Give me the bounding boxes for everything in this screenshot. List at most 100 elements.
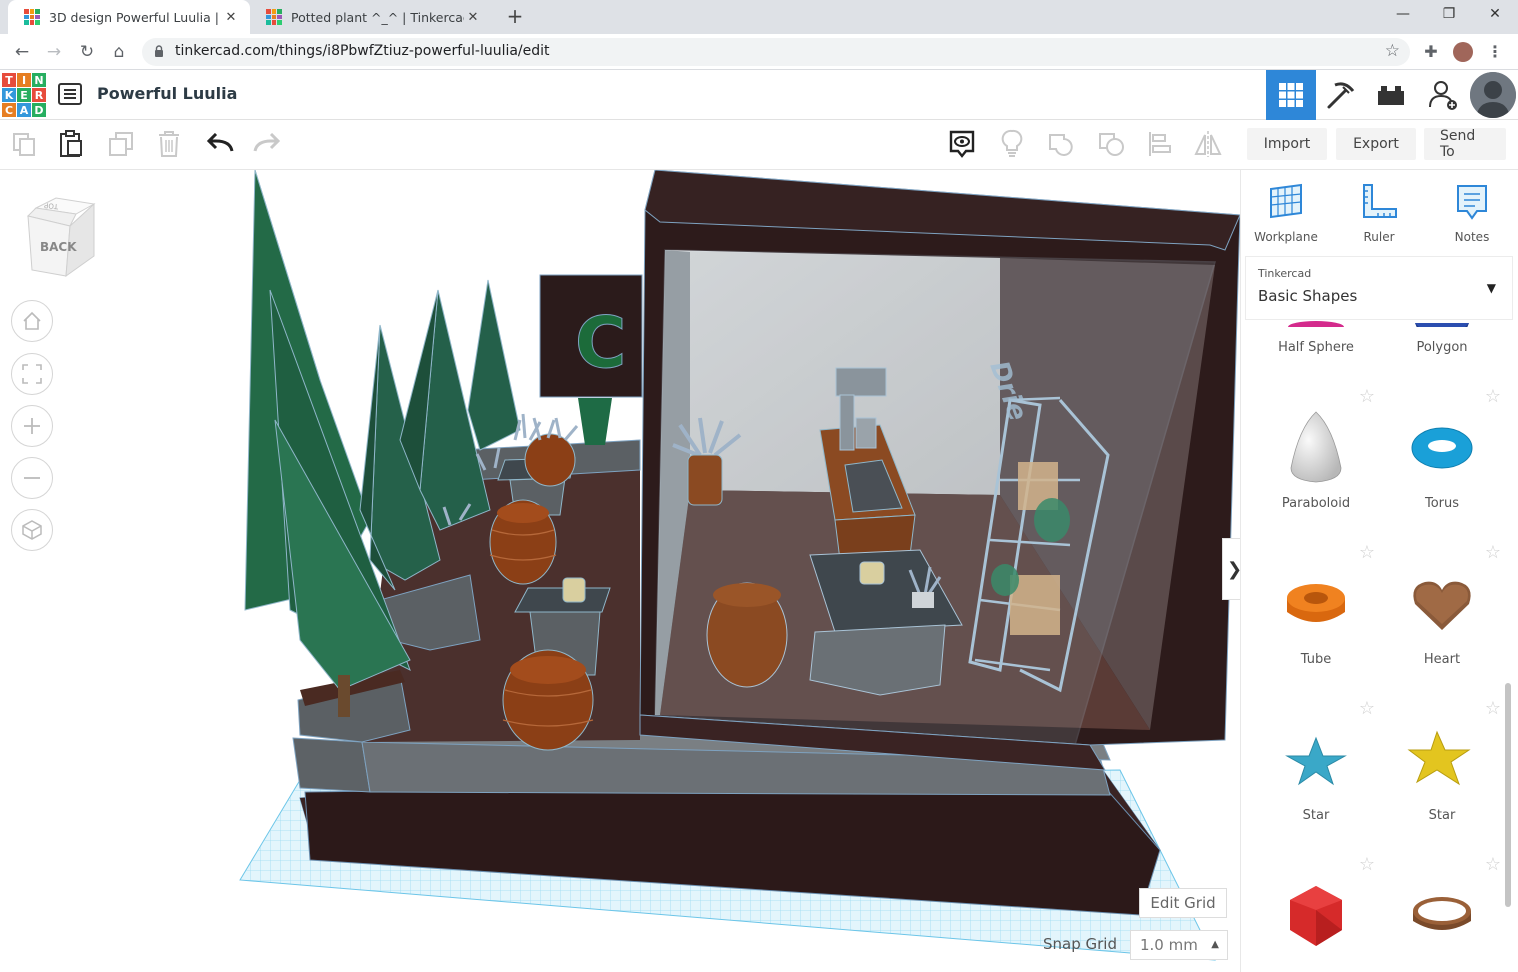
forward-arrow-icon[interactable]: → [42,40,66,64]
tinkercad-logo[interactable]: T I N K E R C A D [2,73,46,117]
torus-icon [1411,427,1473,469]
mug[interactable] [562,577,586,603]
extensions-icon[interactable]: ✚ [1419,40,1443,64]
new-tab-button[interactable]: + [503,4,527,28]
home-icon[interactable]: ⌂ [107,40,131,64]
ruler-tool[interactable]: Ruler [1344,182,1414,244]
maximize-button[interactable]: ❐ [1426,0,1472,30]
favorite-star-icon[interactable]: ☆ [1359,854,1375,875]
barrel[interactable] [706,582,788,688]
view-cube[interactable]: TOP BACK [26,196,96,278]
perspective-button[interactable] [11,509,53,551]
ruler-label: Ruler [1363,230,1395,244]
shape-library-dropdown[interactable]: Tinkercad Basic Shapes ▼ [1245,256,1513,320]
caret-up-icon: ▲ [1211,939,1219,950]
back-arrow-icon[interactable]: ← [10,40,34,64]
barrel[interactable] [489,499,557,585]
blocks-mode-button[interactable] [1316,70,1366,120]
ring-icon [1413,897,1471,930]
user-avatar[interactable] [1470,72,1516,118]
shape-icosahedron[interactable]: ☆ [1253,854,1379,972]
shape-polygon[interactable]: Polygon [1379,320,1505,380]
shape-star[interactable]: ☆ Star [1379,698,1505,848]
show-all-button[interactable] [946,128,978,160]
bricks-mode-button[interactable] [1366,70,1416,120]
half-sphere-icon [1288,321,1344,327]
copy-button[interactable] [8,128,40,160]
close-icon[interactable]: ✕ [464,10,482,25]
mug[interactable] [859,561,885,585]
grid-icon [1279,83,1303,107]
browser-tab[interactable]: Potted plant ^_^ | Tinkercad ✕ [250,0,492,34]
design-menu-icon[interactable] [58,83,82,105]
favorite-star-icon[interactable]: ☆ [1485,386,1501,407]
lock-icon [155,45,163,57]
globe[interactable] [991,564,1019,596]
pine-tree[interactable] [467,279,521,451]
home-view-button[interactable] [11,300,53,342]
collapse-panel-button[interactable]: ❯ [1222,538,1240,600]
notes-tool[interactable]: Notes [1437,182,1507,244]
browser-tab-active[interactable]: 3D design Powerful Luulia | Tinke ✕ [8,0,250,34]
design-title[interactable]: Powerful Luulia [97,84,237,103]
profile-avatar[interactable] [1451,40,1475,64]
3d-design-view-button[interactable] [1266,70,1316,120]
app-header: T I N K E R C A D Powerful Luulia [0,70,1518,120]
favorite-star-icon[interactable]: ☆ [1359,386,1375,407]
shape-tube[interactable]: ☆ Tube [1253,542,1379,692]
favorite-star-icon[interactable]: ☆ [1359,542,1375,563]
export-button[interactable]: Export [1336,128,1416,160]
shape-label: Heart [1423,652,1461,667]
shape-grid: Half Sphere Polygon ☆ Paraboloid ☆ Torus [1241,320,1509,972]
redo-button[interactable] [251,128,283,160]
close-window-button[interactable]: ✕ [1472,0,1518,30]
barrel[interactable] [524,433,576,487]
undo-button[interactable] [204,128,236,160]
bookmark-star-icon[interactable]: ☆ [1385,41,1400,61]
shape-label: Tube [1300,652,1332,667]
shape-torus[interactable]: ☆ Torus [1379,386,1505,536]
shape-heart[interactable]: ☆ Heart [1379,542,1505,692]
user-icon [1470,72,1516,118]
zoom-in-button[interactable] [11,405,53,447]
align-button[interactable] [1144,128,1176,160]
fit-view-icon [22,364,42,384]
edit-grid-button[interactable]: Edit Grid [1139,888,1227,918]
favorite-star-icon[interactable]: ☆ [1485,854,1501,875]
close-icon[interactable]: ✕ [222,10,240,25]
workplane-tool[interactable]: Workplane [1251,182,1321,244]
workplane-label: Workplane [1254,230,1318,244]
ungroup-button[interactable] [1096,128,1128,160]
panel-scrollbar[interactable] [1505,683,1511,907]
mirror-button[interactable] [1192,128,1224,160]
shape-half-sphere[interactable]: Half Sphere [1253,320,1379,380]
delete-button[interactable] [153,128,185,160]
3d-scene[interactable]: C Drie [0,170,1240,972]
fit-view-button[interactable] [11,353,53,395]
url-field[interactable]: tinkercad.com/things/i8PbwfZtiuz-powerfu… [142,38,1410,66]
duplicate-button[interactable] [105,128,137,160]
notes-toggle-button[interactable] [996,128,1028,160]
3d-viewport[interactable]: C Drie TOP BACK Edit Grid Snap Grid 1.0 … [0,170,1240,972]
shape-label: Polygon [1416,340,1468,355]
reload-icon[interactable]: ↻ [75,40,99,64]
favorite-star-icon[interactable]: ☆ [1485,698,1501,719]
zoom-out-button[interactable] [11,457,53,499]
paste-button[interactable] [55,128,87,160]
barrel[interactable] [502,649,594,751]
favorite-star-icon[interactable]: ☆ [1359,698,1375,719]
minimize-button[interactable]: — [1380,0,1426,30]
sign-letter: C [575,302,626,384]
browser-tab-strip: 3D design Powerful Luulia | Tinke ✕ Pott… [0,0,1518,34]
invite-user-button[interactable] [1418,70,1468,120]
globe[interactable] [1034,498,1070,542]
browser-menu-icon[interactable]: ⋮ [1483,40,1507,64]
group-button[interactable] [1046,128,1078,160]
send-to-button[interactable]: Send To [1424,128,1506,160]
shape-ring[interactable]: ☆ [1379,854,1505,972]
import-button[interactable]: Import [1247,128,1327,160]
shape-star[interactable]: ☆ Star [1253,698,1379,848]
shape-paraboloid[interactable]: ☆ Paraboloid [1253,386,1379,536]
snap-grid-select[interactable]: 1.0 mm ▲ [1130,930,1228,960]
favorite-star-icon[interactable]: ☆ [1485,542,1501,563]
